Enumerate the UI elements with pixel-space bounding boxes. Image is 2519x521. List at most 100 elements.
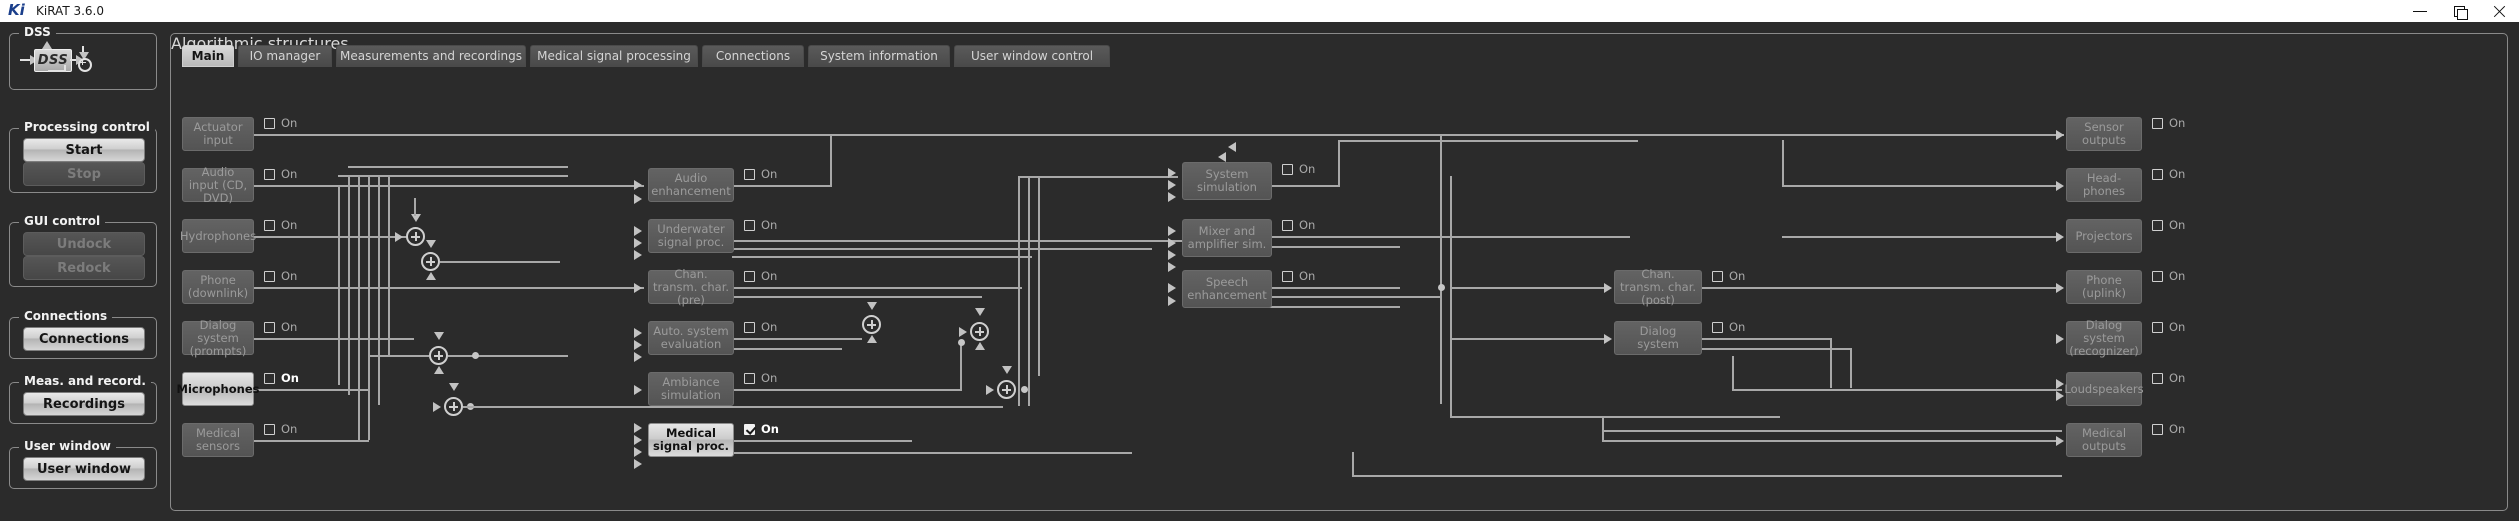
- checkbox-dialog-system-prompts[interactable]: On: [264, 320, 297, 334]
- stop-button[interactable]: Stop: [23, 162, 145, 186]
- close-icon[interactable]: [2479, 0, 2519, 22]
- checkbox-actuator-input[interactable]: On: [264, 116, 297, 130]
- checkbox-box[interactable]: [2152, 270, 2163, 282]
- checkbox-box[interactable]: [1712, 321, 1723, 333]
- checkbox-underwater-signal-proc[interactable]: On: [744, 218, 777, 232]
- arrow-icon: [867, 302, 877, 310]
- checkbox-headphones[interactable]: On: [2152, 167, 2185, 181]
- checkbox-box[interactable]: [264, 168, 275, 180]
- checkbox-box[interactable]: [2152, 219, 2163, 231]
- block-medical-sensors[interactable]: Medical sensors: [182, 423, 254, 457]
- checkbox-mixer-and-amplifier-sim[interactable]: On: [1282, 218, 1315, 232]
- tab-medical-signal-processing[interactable]: Medical signal processing: [530, 45, 698, 67]
- wire: [1450, 416, 1780, 418]
- block-underwater-signal-proc[interactable]: Underwater signal proc.: [648, 219, 734, 253]
- block-microphones[interactable]: Microphones: [177, 372, 259, 406]
- checkbox-box[interactable]: [744, 219, 755, 231]
- checkbox-chan-transm-char-post[interactable]: On: [1712, 269, 1745, 283]
- checkbox-box[interactable]: [264, 219, 275, 231]
- checkbox-chan-transm-char-pre[interactable]: On: [744, 269, 777, 283]
- wire: [1782, 236, 2062, 238]
- checkbox-box[interactable]: [2152, 423, 2163, 435]
- block-label: Phone (uplink): [2082, 273, 2126, 300]
- checkbox-audio-input[interactable]: On: [264, 167, 297, 181]
- checkbox-medical-signal-proc[interactable]: On: [744, 422, 779, 436]
- wire: [338, 175, 568, 177]
- tab-main[interactable]: Main: [182, 45, 234, 67]
- block-actuator-input[interactable]: Actuator input: [182, 117, 254, 151]
- block-sensor-outputs[interactable]: Sensor outputs: [2066, 117, 2142, 151]
- arrow-icon: [433, 402, 441, 412]
- checkbox-box[interactable]: [264, 423, 275, 435]
- block-phone-downlink[interactable]: Phone (downlink): [182, 270, 254, 304]
- checkbox-box[interactable]: [744, 423, 755, 435]
- user-window-button[interactable]: User window: [23, 457, 145, 481]
- block-medical-signal-proc[interactable]: Medical signal proc.: [648, 423, 734, 457]
- block-speech-enhancement[interactable]: Speech enhancement: [1182, 270, 1272, 308]
- checkbox-box[interactable]: [1712, 270, 1723, 282]
- block-label: Underwater signal proc.: [657, 222, 725, 249]
- block-dialog-system-recognizer[interactable]: Dialog system (recognizer): [2066, 318, 2142, 357]
- block-mixer-and-amplifier-sim[interactable]: Mixer and amplifier sim.: [1182, 219, 1272, 257]
- checkbox-speech-enhancement[interactable]: On: [1282, 269, 1315, 283]
- checkbox-dialog-system[interactable]: On: [1712, 320, 1745, 334]
- checkbox-ambiance-simulation[interactable]: On: [744, 371, 777, 385]
- checkbox-box[interactable]: [2152, 321, 2163, 333]
- checkbox-box[interactable]: [2152, 117, 2163, 129]
- checkbox-medical-outputs[interactable]: On: [2152, 422, 2185, 436]
- block-chan-transm-char-post[interactable]: Chan. transm. char. (post): [1614, 267, 1702, 306]
- checkbox-microphones[interactable]: On: [264, 371, 299, 385]
- checkbox-box[interactable]: [744, 270, 755, 282]
- block-headphones[interactable]: Head-phones: [2066, 168, 2142, 202]
- arrow-icon: [2056, 391, 2064, 401]
- minimize-icon[interactable]: [2400, 0, 2440, 22]
- tab-connections[interactable]: Connections: [702, 45, 804, 67]
- block-projectors[interactable]: Projectors: [2066, 219, 2142, 253]
- block-hydrophones[interactable]: Hydrophones: [180, 219, 256, 253]
- checkbox-hydrophones[interactable]: On: [264, 218, 297, 232]
- checkbox-box[interactable]: [2152, 372, 2163, 384]
- block-phone-uplink[interactable]: Phone (uplink): [2066, 270, 2142, 304]
- checkbox-box[interactable]: [264, 321, 275, 333]
- checkbox-system-simulation[interactable]: On: [1282, 162, 1315, 176]
- checkbox-medical-sensors[interactable]: On: [264, 422, 297, 436]
- checkbox-box[interactable]: [744, 321, 755, 333]
- restore-icon[interactable]: [2440, 0, 2480, 22]
- start-button[interactable]: Start: [23, 138, 145, 162]
- recordings-button[interactable]: Recordings: [23, 392, 145, 416]
- block-ambiance-simulation[interactable]: Ambiance simulation: [648, 372, 734, 406]
- checkbox-box[interactable]: [264, 117, 275, 129]
- tab-user-window-control[interactable]: User window control: [954, 45, 1110, 67]
- undock-button[interactable]: Undock: [23, 232, 145, 256]
- checkbox-phone-downlink[interactable]: On: [264, 269, 297, 283]
- checkbox-box[interactable]: [264, 372, 275, 384]
- checkbox-box[interactable]: [744, 372, 755, 384]
- redock-button[interactable]: Redock: [23, 256, 145, 280]
- checkbox-box[interactable]: [1282, 163, 1293, 175]
- tab-system-information[interactable]: System information: [808, 45, 950, 67]
- checkbox-phone-uplink[interactable]: On: [2152, 269, 2185, 283]
- block-dialog-system-prompts[interactable]: Dialog system (prompts): [182, 318, 254, 357]
- tab-io-manager[interactable]: IO manager: [238, 45, 332, 67]
- block-loudspeakers[interactable]: Loudspeakers: [2064, 372, 2144, 406]
- checkbox-box[interactable]: [744, 168, 755, 180]
- block-chan-transm-char-pre[interactable]: Chan. transm. char. (pre): [648, 267, 734, 306]
- checkbox-sensor-outputs[interactable]: On: [2152, 116, 2185, 130]
- block-audio-enhancement[interactable]: Audio enhancement: [648, 168, 734, 202]
- checkbox-box[interactable]: [1282, 270, 1293, 282]
- checkbox-dialog-system-recognizer[interactable]: On: [2152, 320, 2185, 334]
- checkbox-audio-enhancement[interactable]: On: [744, 167, 777, 181]
- tab-measurements-and-recordings[interactable]: Measurements and recordings: [336, 45, 526, 67]
- block-audio-input[interactable]: Audio input (CD, DVD): [182, 165, 254, 204]
- checkbox-box[interactable]: [1282, 219, 1293, 231]
- block-dialog-system[interactable]: Dialog system: [1614, 321, 1702, 355]
- checkbox-loudspeakers[interactable]: On: [2152, 371, 2185, 385]
- block-medical-outputs[interactable]: Medical outputs: [2066, 423, 2142, 457]
- block-system-simulation[interactable]: System simulation: [1182, 162, 1272, 200]
- checkbox-box[interactable]: [264, 270, 275, 282]
- checkbox-projectors[interactable]: On: [2152, 218, 2185, 232]
- checkbox-box[interactable]: [2152, 168, 2163, 180]
- block-auto-system-evaluation[interactable]: Auto. system evaluation: [648, 321, 734, 355]
- connections-button[interactable]: Connections: [23, 327, 145, 351]
- checkbox-auto-system-evaluation[interactable]: On: [744, 320, 777, 334]
